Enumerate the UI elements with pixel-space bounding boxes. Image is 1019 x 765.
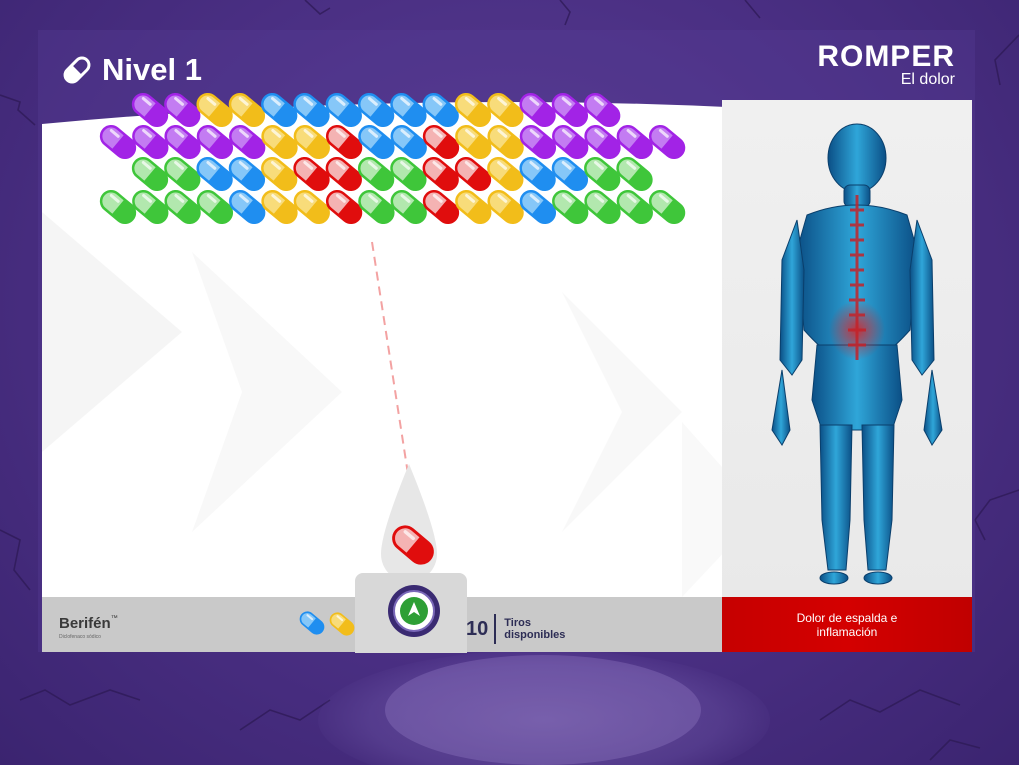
shots-label-line1: Tiros (504, 617, 531, 629)
shots-count: 10 (466, 614, 497, 644)
target-text: Dolor de espalda e inflamación (796, 610, 898, 639)
loaded-pill (392, 525, 434, 565)
shots-label: Tiros disponibles (496, 617, 565, 641)
shots-counter: 10 Tiros disponibles (466, 614, 565, 644)
queued-pill-yellow (329, 612, 355, 636)
target-condition-badge: Dolor de espalda e inflamación (722, 597, 972, 652)
fire-button[interactable] (388, 585, 440, 637)
shots-label-line2: disponibles (504, 629, 566, 641)
queued-pill-blue (299, 611, 325, 635)
